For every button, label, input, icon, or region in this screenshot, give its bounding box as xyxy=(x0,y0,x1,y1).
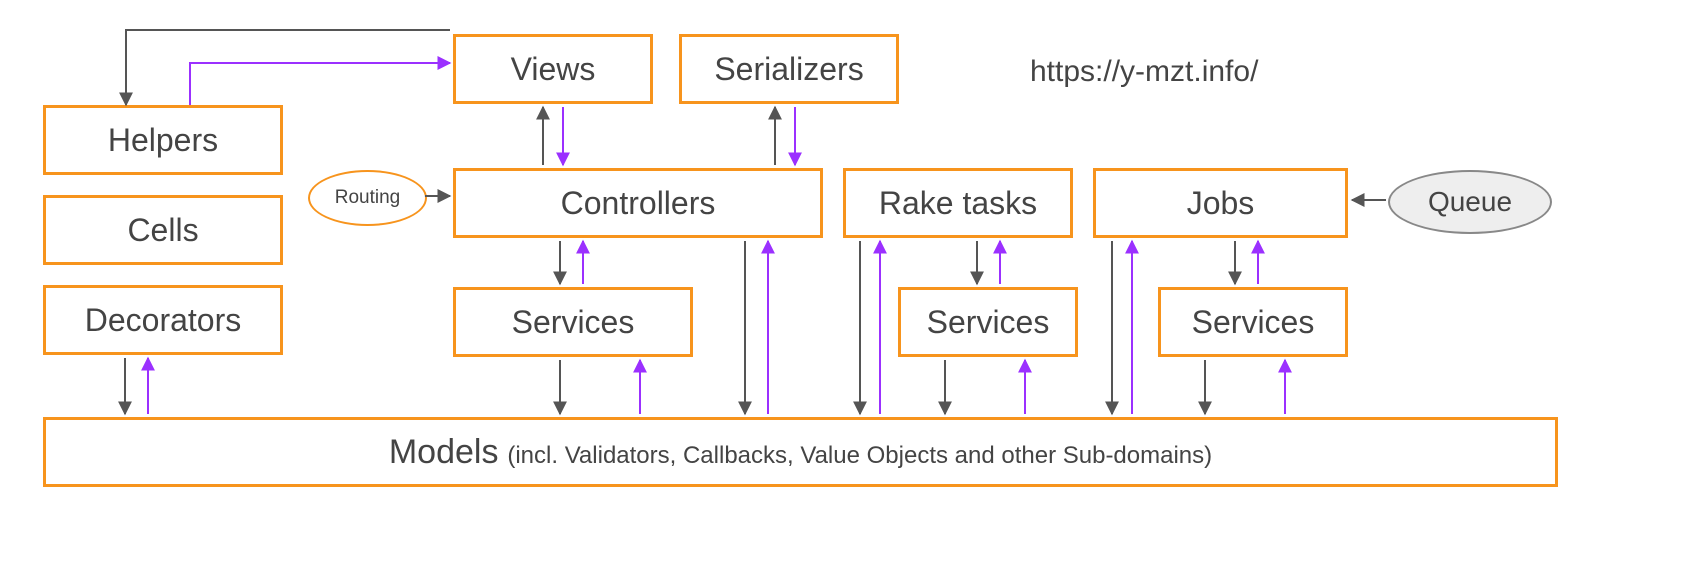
box-models: Models (incl. Validators, Callbacks, Val… xyxy=(43,417,1558,487)
box-decorators: Decorators xyxy=(43,285,283,355)
ellipse-queue: Queue xyxy=(1388,170,1552,234)
box-services-2: Services xyxy=(898,287,1078,357)
source-url: https://y-mzt.info/ xyxy=(1030,55,1258,89)
box-serializers: Serializers xyxy=(679,34,899,104)
ellipse-routing: Routing xyxy=(308,170,427,226)
box-services-1: Services xyxy=(453,287,693,357)
box-jobs: Jobs xyxy=(1093,168,1348,238)
box-controllers: Controllers xyxy=(453,168,823,238)
diagram-canvas: https://y-mzt.info/ Helpers Cells Decora… xyxy=(0,0,1686,566)
box-services-3: Services xyxy=(1158,287,1348,357)
box-raketasks: Rake tasks xyxy=(843,168,1073,238)
box-cells: Cells xyxy=(43,195,283,265)
models-main-label: Models xyxy=(389,433,499,471)
box-views: Views xyxy=(453,34,653,104)
models-sub-label: (incl. Validators, Callbacks, Value Obje… xyxy=(507,442,1212,469)
box-helpers: Helpers xyxy=(43,105,283,175)
